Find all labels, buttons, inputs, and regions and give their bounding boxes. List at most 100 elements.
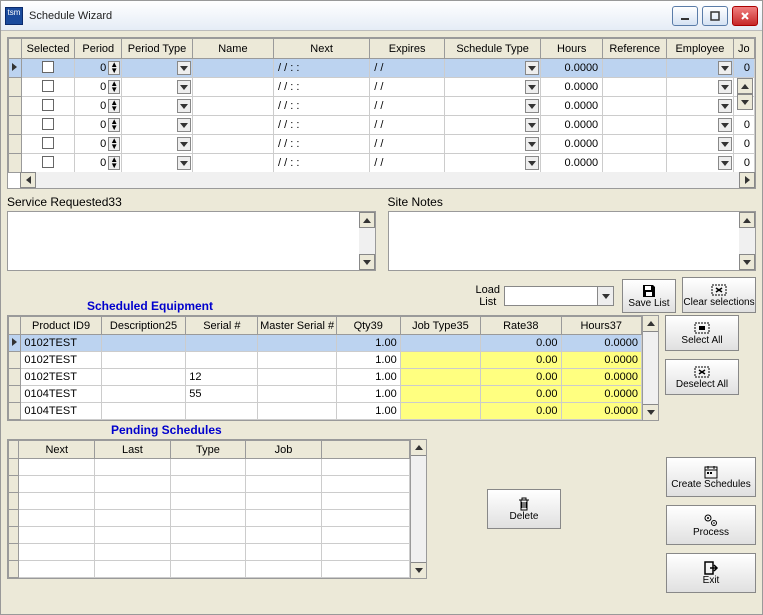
scroll-up-icon[interactable] bbox=[737, 78, 753, 94]
table-row[interactable] bbox=[9, 476, 410, 493]
column-header[interactable]: Period Type bbox=[122, 39, 193, 59]
scroll-down-icon[interactable] bbox=[411, 562, 426, 578]
column-header[interactable]: Hours37 bbox=[561, 317, 641, 335]
period-type-dropdown[interactable] bbox=[177, 156, 191, 170]
scroll-down-icon[interactable] bbox=[739, 254, 755, 270]
column-header[interactable]: Expires bbox=[370, 39, 445, 59]
maximize-button[interactable] bbox=[702, 6, 728, 26]
pending-schedules-grid[interactable]: NextLastTypeJob bbox=[7, 439, 411, 579]
employee-dropdown[interactable] bbox=[718, 156, 732, 170]
delete-button[interactable]: Delete bbox=[487, 489, 561, 529]
scroll-right-icon[interactable] bbox=[739, 172, 755, 188]
column-header[interactable]: Qty39 bbox=[336, 317, 400, 335]
column-header[interactable]: Schedule Type bbox=[445, 39, 541, 59]
scroll-up-icon[interactable] bbox=[739, 212, 755, 228]
table-row[interactable]: 0102TEST12 1.000.000.0000 bbox=[9, 369, 642, 386]
column-header[interactable]: Period bbox=[75, 39, 122, 59]
column-header[interactable]: Product ID9 bbox=[21, 317, 101, 335]
period-spinner[interactable]: 0▲▼ bbox=[76, 61, 120, 75]
period-spinner[interactable]: 0▲▼ bbox=[76, 118, 120, 132]
column-header[interactable]: Job Type35 bbox=[400, 317, 480, 335]
table-row[interactable]: 0102TEST 1.000.000.0000 bbox=[9, 335, 642, 352]
schedule-type-dropdown[interactable] bbox=[525, 156, 539, 170]
column-header[interactable]: Jo bbox=[733, 39, 754, 59]
table-row[interactable]: 0104TEST55 1.000.000.0000 bbox=[9, 386, 642, 403]
column-header[interactable]: Description25 bbox=[101, 317, 186, 335]
schedule-grid-vscroll[interactable] bbox=[737, 78, 753, 110]
schedule-type-dropdown[interactable] bbox=[525, 137, 539, 151]
deselect-all-button[interactable]: Deselect All bbox=[665, 359, 739, 395]
schedule-type-dropdown[interactable] bbox=[525, 80, 539, 94]
table-row[interactable] bbox=[9, 561, 410, 578]
column-header[interactable]: Next bbox=[274, 39, 370, 59]
exit-button[interactable]: Exit bbox=[666, 553, 756, 593]
scroll-down-icon[interactable] bbox=[359, 254, 375, 270]
scroll-up-icon[interactable] bbox=[359, 212, 375, 228]
equipment-grid-vscroll[interactable] bbox=[643, 315, 659, 421]
table-row[interactable]: 0▲▼ / / : : / / 0.0000 0 bbox=[9, 59, 755, 78]
service-requested-textarea[interactable] bbox=[7, 211, 376, 271]
employee-dropdown[interactable] bbox=[718, 99, 732, 113]
column-header[interactable] bbox=[321, 441, 409, 459]
table-row[interactable]: 0▲▼ / / : : / / 0.0000 0 bbox=[9, 116, 755, 135]
column-header[interactable]: Last bbox=[95, 441, 171, 459]
employee-dropdown[interactable] bbox=[718, 137, 732, 151]
table-row[interactable]: 0▲▼ / / : : / / 0.0000 0 bbox=[9, 154, 755, 173]
chevron-down-icon[interactable] bbox=[597, 287, 613, 305]
column-header[interactable]: Type bbox=[170, 441, 246, 459]
selected-checkbox[interactable] bbox=[42, 118, 54, 130]
schedule-type-dropdown[interactable] bbox=[525, 118, 539, 132]
schedule-grid-hscroll[interactable] bbox=[20, 172, 755, 188]
column-header[interactable]: Hours bbox=[541, 39, 603, 59]
process-button[interactable]: Process bbox=[666, 505, 756, 545]
site-notes-textarea[interactable] bbox=[388, 211, 757, 271]
select-all-button[interactable]: Select All bbox=[665, 315, 739, 351]
table-row[interactable] bbox=[9, 510, 410, 527]
selected-checkbox[interactable] bbox=[42, 61, 54, 73]
table-row[interactable] bbox=[9, 527, 410, 544]
period-type-dropdown[interactable] bbox=[177, 118, 191, 132]
scroll-left-icon[interactable] bbox=[20, 172, 36, 188]
column-header[interactable]: Employee bbox=[667, 39, 733, 59]
table-row[interactable]: 0104TEST 1.000.000.0000 bbox=[9, 403, 642, 420]
pending-grid-vscroll[interactable] bbox=[411, 439, 427, 579]
save-list-button[interactable]: Save List bbox=[622, 279, 676, 313]
schedule-grid[interactable]: SelectedPeriodPeriod TypeNameNextExpires… bbox=[7, 37, 756, 189]
table-row[interactable]: 0▲▼ / / : : / / 0.0000 0 bbox=[9, 78, 755, 97]
table-row[interactable] bbox=[9, 459, 410, 476]
table-row[interactable]: 0▲▼ / / : : / / 0.0000 0 bbox=[9, 97, 755, 116]
selected-checkbox[interactable] bbox=[42, 80, 54, 92]
period-type-dropdown[interactable] bbox=[177, 61, 191, 75]
column-header[interactable]: Master Serial # bbox=[258, 317, 336, 335]
schedule-type-dropdown[interactable] bbox=[525, 99, 539, 113]
period-spinner[interactable]: 0▲▼ bbox=[76, 80, 120, 94]
column-header[interactable]: Name bbox=[192, 39, 273, 59]
schedule-type-dropdown[interactable] bbox=[525, 61, 539, 75]
clear-selections-button[interactable]: Clear selections bbox=[682, 277, 756, 313]
minimize-button[interactable] bbox=[672, 6, 698, 26]
scroll-down-icon[interactable] bbox=[643, 404, 658, 420]
selected-checkbox[interactable] bbox=[42, 156, 54, 168]
table-row[interactable]: 0▲▼ / / : : / / 0.0000 0 bbox=[9, 135, 755, 154]
column-header[interactable]: Serial # bbox=[186, 317, 258, 335]
period-type-dropdown[interactable] bbox=[177, 80, 191, 94]
employee-dropdown[interactable] bbox=[718, 80, 732, 94]
table-row[interactable] bbox=[9, 544, 410, 561]
selected-checkbox[interactable] bbox=[42, 137, 54, 149]
period-type-dropdown[interactable] bbox=[177, 99, 191, 113]
column-header[interactable]: Rate38 bbox=[481, 317, 561, 335]
table-row[interactable] bbox=[9, 493, 410, 510]
period-spinner[interactable]: 0▲▼ bbox=[76, 156, 120, 170]
column-header[interactable]: Reference bbox=[603, 39, 667, 59]
scroll-up-icon[interactable] bbox=[411, 440, 426, 456]
create-schedules-button[interactable]: Create Schedules bbox=[666, 457, 756, 497]
load-list-combo[interactable] bbox=[504, 286, 614, 306]
scroll-up-icon[interactable] bbox=[643, 316, 658, 332]
selected-checkbox[interactable] bbox=[42, 99, 54, 111]
period-type-dropdown[interactable] bbox=[177, 137, 191, 151]
column-header[interactable]: Job bbox=[246, 441, 322, 459]
employee-dropdown[interactable] bbox=[718, 118, 732, 132]
column-header[interactable]: Next bbox=[19, 441, 95, 459]
table-row[interactable]: 0102TEST 1.000.000.0000 bbox=[9, 352, 642, 369]
scroll-down-icon[interactable] bbox=[737, 94, 753, 110]
